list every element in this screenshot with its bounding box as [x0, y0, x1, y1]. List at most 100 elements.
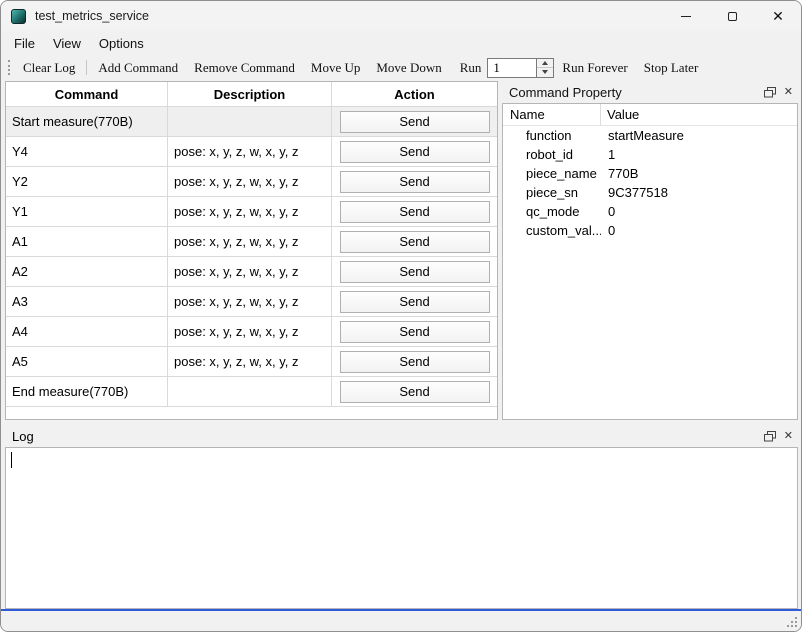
description-cell[interactable]: [168, 377, 332, 406]
float-dock-button[interactable]: [764, 87, 776, 98]
table-row[interactable]: Y4 pose: x, y, z, w, x, y, z Send: [6, 137, 497, 167]
menu-options[interactable]: Options: [90, 33, 153, 54]
action-cell: Send: [332, 167, 497, 196]
toolbar-handle[interactable]: [8, 60, 11, 75]
log-title: Log: [12, 429, 34, 444]
command-cell[interactable]: Y1: [6, 197, 168, 226]
property-table: Name Value function startMeasure robot_i…: [502, 103, 798, 420]
property-name[interactable]: piece_name: [503, 166, 601, 181]
description-cell[interactable]: pose: x, y, z, w, x, y, z: [168, 167, 332, 196]
property-row[interactable]: robot_id 1: [503, 145, 797, 164]
property-name[interactable]: custom_val...: [503, 223, 601, 238]
description-cell[interactable]: pose: x, y, z, w, x, y, z: [168, 347, 332, 376]
property-value[interactable]: 9C377518: [601, 185, 668, 200]
table-row[interactable]: A4 pose: x, y, z, w, x, y, z Send: [6, 317, 497, 347]
menu-view[interactable]: View: [44, 33, 90, 54]
menubar: File View Options: [1, 31, 801, 55]
description-cell[interactable]: pose: x, y, z, w, x, y, z: [168, 317, 332, 346]
move-down-button[interactable]: Move Down: [368, 58, 449, 78]
command-cell[interactable]: Start measure(770B): [6, 107, 168, 136]
size-grip-icon[interactable]: [785, 615, 798, 628]
add-command-button[interactable]: Add Command: [90, 58, 186, 78]
send-button[interactable]: Send: [340, 231, 490, 253]
table-row[interactable]: A3 pose: x, y, z, w, x, y, z Send: [6, 287, 497, 317]
command-cell[interactable]: Y4: [6, 137, 168, 166]
float-dock-button[interactable]: [764, 431, 776, 442]
property-row[interactable]: custom_val... 0: [503, 221, 797, 240]
property-name[interactable]: piece_sn: [503, 185, 601, 200]
header-command[interactable]: Command: [6, 82, 168, 106]
table-row[interactable]: Y1 pose: x, y, z, w, x, y, z Send: [6, 197, 497, 227]
property-row[interactable]: piece_sn 9C377518: [503, 183, 797, 202]
description-cell[interactable]: pose: x, y, z, w, x, y, z: [168, 197, 332, 226]
send-button[interactable]: Send: [340, 351, 490, 373]
property-value[interactable]: startMeasure: [601, 128, 684, 143]
property-name[interactable]: robot_id: [503, 147, 601, 162]
description-cell[interactable]: pose: x, y, z, w, x, y, z: [168, 257, 332, 286]
table-row[interactable]: A5 pose: x, y, z, w, x, y, z Send: [6, 347, 497, 377]
table-row[interactable]: A2 pose: x, y, z, w, x, y, z Send: [6, 257, 497, 287]
move-up-button[interactable]: Move Up: [303, 58, 368, 78]
send-button[interactable]: Send: [340, 141, 490, 163]
send-button[interactable]: Send: [340, 201, 490, 223]
description-cell[interactable]: pose: x, y, z, w, x, y, z: [168, 137, 332, 166]
header-name[interactable]: Name: [503, 104, 601, 125]
property-row[interactable]: function startMeasure: [503, 126, 797, 145]
property-row[interactable]: qc_mode 0: [503, 202, 797, 221]
send-button[interactable]: Send: [340, 261, 490, 283]
description-cell[interactable]: pose: x, y, z, w, x, y, z: [168, 227, 332, 256]
close-button[interactable]: ✕: [755, 1, 801, 31]
header-value[interactable]: Value: [601, 104, 639, 125]
minimize-button[interactable]: [663, 1, 709, 31]
send-button[interactable]: Send: [340, 321, 490, 343]
run-forever-button[interactable]: Run Forever: [554, 58, 635, 78]
description-cell[interactable]: pose: x, y, z, w, x, y, z: [168, 287, 332, 316]
table-row[interactable]: Start measure(770B) Send: [6, 107, 497, 137]
spin-up-button[interactable]: [537, 59, 553, 69]
run-count-input[interactable]: [487, 58, 537, 78]
action-cell: Send: [332, 137, 497, 166]
property-row[interactable]: piece_name 770B: [503, 164, 797, 183]
send-button[interactable]: Send: [340, 111, 490, 133]
property-value[interactable]: 0: [601, 223, 615, 238]
send-button[interactable]: Send: [340, 171, 490, 193]
command-cell[interactable]: A1: [6, 227, 168, 256]
command-cell[interactable]: Y2: [6, 167, 168, 196]
table-row[interactable]: Y2 pose: x, y, z, w, x, y, z Send: [6, 167, 497, 197]
log-textarea[interactable]: [5, 447, 798, 609]
maximize-button[interactable]: [709, 1, 755, 31]
table-row[interactable]: A1 pose: x, y, z, w, x, y, z Send: [6, 227, 497, 257]
action-cell: Send: [332, 107, 497, 136]
header-action[interactable]: Action: [332, 82, 497, 106]
header-description[interactable]: Description: [168, 82, 332, 106]
command-property-dock-titlebar[interactable]: Command Property ✕: [502, 81, 798, 103]
property-value[interactable]: 1: [601, 147, 615, 162]
dock-header-icons: ✕: [764, 431, 798, 442]
spin-down-icon: [542, 70, 548, 74]
remove-command-button[interactable]: Remove Command: [186, 58, 303, 78]
spin-down-button[interactable]: [537, 68, 553, 77]
command-cell[interactable]: A3: [6, 287, 168, 316]
property-name[interactable]: function: [503, 128, 601, 143]
send-button[interactable]: Send: [340, 291, 490, 313]
statusbar: [1, 611, 801, 631]
close-dock-button[interactable]: ✕: [784, 431, 793, 442]
command-cell[interactable]: A2: [6, 257, 168, 286]
dock-close-icon: ✕: [784, 87, 793, 98]
description-cell[interactable]: [168, 107, 332, 136]
command-cell[interactable]: A5: [6, 347, 168, 376]
clear-log-button[interactable]: Clear Log: [15, 58, 83, 78]
send-button[interactable]: Send: [340, 381, 490, 403]
property-value[interactable]: 0: [601, 204, 615, 219]
close-dock-button[interactable]: ✕: [784, 87, 793, 98]
command-cell[interactable]: A4: [6, 317, 168, 346]
titlebar[interactable]: test_metrics_service ✕: [1, 1, 801, 31]
command-cell[interactable]: End measure(770B): [6, 377, 168, 406]
menu-file[interactable]: File: [5, 33, 44, 54]
stop-later-button[interactable]: Stop Later: [636, 58, 707, 78]
property-value[interactable]: 770B: [601, 166, 638, 181]
action-cell: Send: [332, 197, 497, 226]
property-name[interactable]: qc_mode: [503, 204, 601, 219]
table-row[interactable]: End measure(770B) Send: [6, 377, 497, 407]
log-dock-titlebar[interactable]: Log ✕: [5, 425, 798, 447]
